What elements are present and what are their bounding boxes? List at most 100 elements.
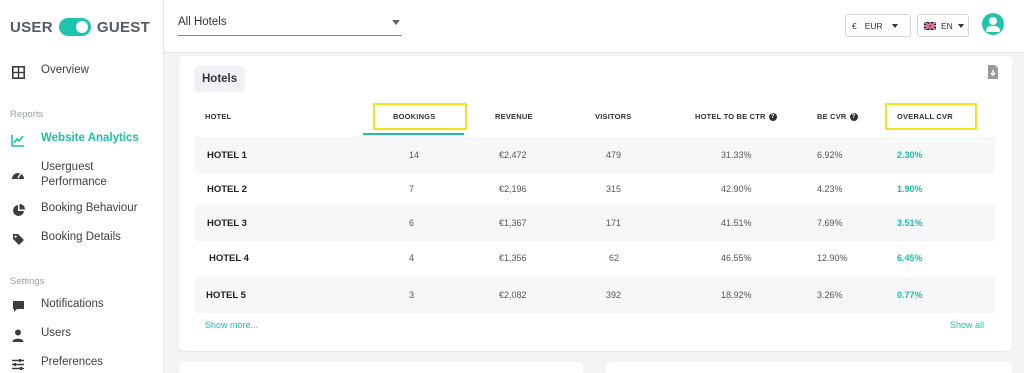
pie-chart-icon [10, 202, 26, 218]
sidebar-item-label-line2: Performance [41, 176, 107, 188]
language-code: EN [941, 20, 953, 31]
sidebar-item-label-line1: Userguest [41, 161, 94, 173]
sidebar-item-label: Userguest Performance [41, 160, 107, 190]
cell-overall-cvr: 1.90% [897, 184, 923, 194]
cell-revenue: €2,196 [499, 184, 527, 194]
hotel-select[interactable]: All Hotels [178, 12, 402, 36]
brand-logo[interactable]: USER GUEST [10, 15, 150, 39]
brand-right: GUEST [96, 18, 151, 36]
sidebar-item-notifications[interactable]: Notifications [10, 298, 104, 314]
cell-visitors: 479 [606, 150, 622, 160]
column-header-visitors[interactable]: VISITORS [595, 112, 631, 121]
language-select[interactable]: EN [917, 14, 969, 37]
cell-revenue: €1,356 [499, 253, 527, 263]
column-header-revenue[interactable]: REVENUE [495, 112, 533, 121]
grid-icon [10, 64, 26, 80]
help-icon[interactable]: ? [849, 112, 858, 121]
tab-hotels[interactable]: Hotels [194, 66, 246, 92]
show-all-link[interactable]: Show all [950, 320, 984, 330]
section-settings: Settings [10, 276, 45, 287]
table-row[interactable]: HOTEL 1 14 €2,472 479 31.33% 6.92% 2.30% [195, 137, 995, 173]
cell-revenue: €2,472 [499, 150, 527, 160]
cell-be-cvr: 7.69% [817, 218, 843, 228]
column-header-label: HOTEL [205, 112, 232, 121]
cell-revenue: €2,082 [499, 290, 527, 300]
cell-hotel: HOTEL 1 [207, 149, 247, 161]
cell-hotel: HOTEL 5 [206, 289, 246, 301]
cell-be-cvr: 12.90% [817, 253, 848, 263]
highlight-box-bookings [373, 103, 467, 130]
dashboard-gauge-icon [10, 166, 26, 182]
sidebar: USER GUEST Overview Reports Website Anal… [0, 0, 164, 373]
lower-card-right [606, 362, 1012, 373]
column-header-be-cvr[interactable]: BE CVR ? [817, 112, 858, 121]
cell-visitors: 315 [606, 184, 622, 194]
user-avatar-icon[interactable] [982, 13, 1004, 35]
cell-overall-cvr: 0.77% [897, 290, 923, 300]
sidebar-item-label: Users [41, 327, 72, 339]
cell-ctr: 31.33% [721, 150, 752, 160]
table-row[interactable]: HOTEL 4 4 €1,356 62 46.55% 12.90% 6.45% [195, 240, 995, 276]
topbar: All Hotels € EUR EN [164, 0, 1024, 53]
cell-bookings: 3 [409, 290, 415, 300]
sidebar-item-preferences[interactable]: Preferences [10, 356, 103, 372]
currency-code: EUR [864, 20, 883, 31]
cell-ctr: 42.90% [721, 184, 752, 194]
sidebar-item-label: Booking Details [41, 231, 121, 243]
cell-bookings: 7 [409, 184, 415, 194]
help-icon[interactable]: ? [768, 112, 777, 121]
sidebar-item-website-analytics[interactable]: Website Analytics [10, 132, 139, 148]
sidebar-item-userguest-performance[interactable]: Userguest Performance [10, 160, 107, 190]
brand-toggle-icon [58, 18, 91, 36]
download-icon[interactable] [987, 65, 999, 79]
sort-indicator [363, 133, 464, 135]
lower-card-left [179, 362, 583, 373]
cell-be-cvr: 3.26% [817, 290, 843, 300]
uk-flag-icon [923, 20, 937, 31]
sidebar-item-overview[interactable]: Overview [10, 64, 89, 80]
user-icon [10, 327, 26, 343]
cell-visitors: 62 [609, 253, 620, 263]
cell-hotel: HOTEL 4 [209, 252, 249, 264]
cell-be-cvr: 4.23% [817, 184, 843, 194]
cell-hotel: HOTEL 2 [207, 183, 247, 195]
cell-bookings: 6 [409, 218, 415, 228]
hotels-card: Hotels HOTEL BOOKINGS REVENUE VISITORS H… [179, 56, 1012, 351]
cell-ctr: 41.51% [721, 218, 752, 228]
column-header-label: HOTEL TO BE CTR [695, 112, 766, 121]
sidebar-item-booking-details[interactable]: Booking Details [10, 231, 121, 247]
chat-bubble-icon [10, 298, 26, 314]
cell-revenue: €1,367 [499, 218, 527, 228]
sidebar-item-label: Booking Behaviour [41, 202, 138, 214]
chevron-down-icon [957, 23, 964, 28]
table-row[interactable]: HOTEL 5 3 €2,082 392 18.92% 3.26% 0.77% [195, 277, 995, 313]
column-header-label: REVENUE [495, 112, 533, 121]
cell-overall-cvr: 6.45% [897, 253, 923, 263]
cell-ctr: 46.55% [721, 253, 752, 263]
chart-line-icon [10, 132, 26, 148]
hotel-select-value: All Hotels [178, 16, 227, 28]
sidebar-item-booking-behaviour[interactable]: Booking Behaviour [10, 202, 138, 218]
currency-symbol: € [852, 20, 857, 31]
sidebar-item-label: Overview [41, 64, 89, 76]
currency-select[interactable]: € EUR [845, 14, 911, 37]
column-header-hotel[interactable]: HOTEL [205, 112, 231, 121]
sidebar-item-label: Website Analytics [41, 132, 139, 144]
cell-overall-cvr: 2.30% [897, 150, 923, 160]
brand-left: USER [10, 18, 53, 36]
sidebar-item-label: Notifications [41, 298, 104, 310]
cell-bookings: 4 [409, 253, 415, 263]
cell-bookings: 14 [409, 150, 420, 160]
table-row[interactable]: HOTEL 2 7 €2,196 315 42.90% 4.23% 1.90% [195, 171, 995, 207]
table-row[interactable]: HOTEL 3 6 €1,367 171 41.51% 7.69% 3.51% [195, 205, 995, 241]
show-more-link[interactable]: Show more... [205, 320, 258, 330]
column-header-label: BE CVR [817, 112, 847, 121]
sidebar-item-users[interactable]: Users [10, 327, 71, 343]
cell-visitors: 392 [606, 290, 622, 300]
cell-hotel: HOTEL 3 [207, 217, 247, 229]
column-header-hotel-to-be-ctr[interactable]: HOTEL TO BE CTR ? [695, 112, 777, 121]
tag-icon [10, 231, 26, 247]
cell-overall-cvr: 3.51% [897, 218, 923, 228]
cell-visitors: 171 [606, 218, 622, 228]
highlight-box-overall-cvr [885, 103, 977, 130]
